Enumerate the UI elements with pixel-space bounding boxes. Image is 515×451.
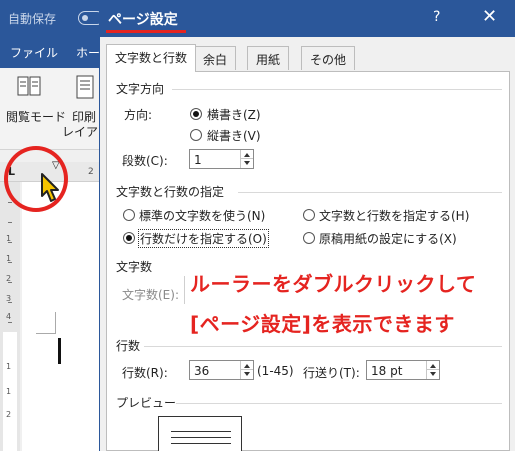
group-divider — [172, 89, 502, 90]
page-setup-dialog: ページ設定 ? ✕ 文字数と行数 余白 用紙 その他 文字方向 方向: 横書き(… — [99, 0, 515, 451]
tab-margins[interactable]: 余白 — [194, 46, 237, 70]
grid-chars-lines-label[interactable]: 文字数と行数を指定する(H) — [319, 207, 469, 224]
lines-spinner[interactable]: 36 — [189, 360, 254, 380]
ruler-v-num: 1 — [6, 387, 12, 396]
text-cursor — [58, 338, 61, 364]
direction-group-title: 文字方向 — [116, 82, 165, 96]
grid-manuscript-label[interactable]: 原稿用紙の設定にする(X) — [319, 230, 457, 247]
print-layout-icon — [76, 75, 94, 99]
chars-field-disabled — [184, 276, 185, 304]
help-button[interactable]: ? — [433, 9, 440, 25]
radio-grid-lines-only[interactable] — [123, 232, 135, 244]
ruler-v-num: 2 — [6, 410, 12, 419]
read-mode-icon — [17, 76, 41, 96]
ruler-v-num: 1 — [6, 254, 12, 263]
lines-label: 行数(R): — [122, 366, 168, 380]
preview-group-title: プレビュー — [116, 396, 177, 410]
pointer-cursor-icon — [41, 173, 59, 202]
columns-value: 1 — [194, 153, 202, 167]
read-mode-button[interactable]: 閲覧モード — [6, 108, 66, 125]
vertical-label[interactable]: 縦書き(V) — [207, 127, 261, 144]
radio-grid-chars-lines[interactable] — [303, 209, 315, 221]
horizontal-label[interactable]: 横書き(Z) — [207, 106, 261, 123]
pitch-value: 18 pt — [371, 364, 403, 378]
radio-grid-none[interactable] — [123, 209, 135, 221]
preview-page — [158, 416, 242, 451]
annotation-line-1: ルーラーをダブルクリックして — [190, 272, 477, 296]
group-divider — [144, 346, 502, 347]
autosave-label: 自動保存 — [8, 12, 57, 26]
columns-spinner[interactable]: 1 — [189, 149, 254, 169]
ruler-v-num: 2 — [6, 274, 12, 283]
radio-grid-manuscript[interactable] — [303, 232, 315, 244]
chars-label: 文字数(E): — [122, 288, 179, 302]
ruler-v-num: 3 — [6, 294, 12, 303]
ruler-v-num: 4 — [6, 312, 12, 321]
lines-value: 36 — [194, 364, 210, 378]
tab-home[interactable]: ホー — [76, 44, 100, 61]
group-divider — [176, 403, 502, 404]
pitch-label: 行送り(T): — [303, 366, 360, 380]
grid-lines-only-label[interactable]: 行数だけを指定する(O) — [138, 229, 269, 248]
ruler-v-num: 1 — [6, 362, 12, 371]
chars-group-title: 文字数 — [116, 260, 153, 274]
ruler-v-num: 1 — [6, 234, 12, 243]
group-divider — [238, 192, 502, 193]
annotation-line-2: [ページ設定]を表示できます — [190, 312, 455, 336]
grid-group-title: 文字数と行数の指定 — [116, 185, 225, 199]
radio-horizontal[interactable] — [190, 108, 202, 120]
direction-label: 方向: — [124, 108, 153, 122]
close-button[interactable]: ✕ — [482, 6, 497, 27]
vertical-ruler[interactable]: 1 1 2 3 4 1 1 2 — [0, 182, 20, 451]
tab-other[interactable]: その他 — [301, 46, 356, 70]
lines-range: (1-45) — [257, 364, 294, 378]
tab-document-grid[interactable]: 文字数と行数 — [106, 44, 197, 72]
ruler-number: 2 — [88, 167, 94, 177]
tab-file[interactable]: ファイル — [10, 44, 58, 61]
document-page[interactable] — [22, 182, 100, 451]
margin-corner-mark — [36, 312, 56, 334]
pitch-spinner[interactable]: 18 pt — [366, 360, 440, 380]
columns-label: 段数(C): — [122, 154, 168, 168]
title-underline — [106, 30, 186, 33]
tab-paper[interactable]: 用紙 — [247, 46, 290, 70]
grid-none-label[interactable]: 標準の文字数を使う(N) — [139, 207, 265, 224]
lines-group-title: 行数 — [116, 339, 141, 353]
dialog-title: ページ設定 — [108, 12, 178, 28]
radio-vertical[interactable] — [190, 129, 202, 141]
